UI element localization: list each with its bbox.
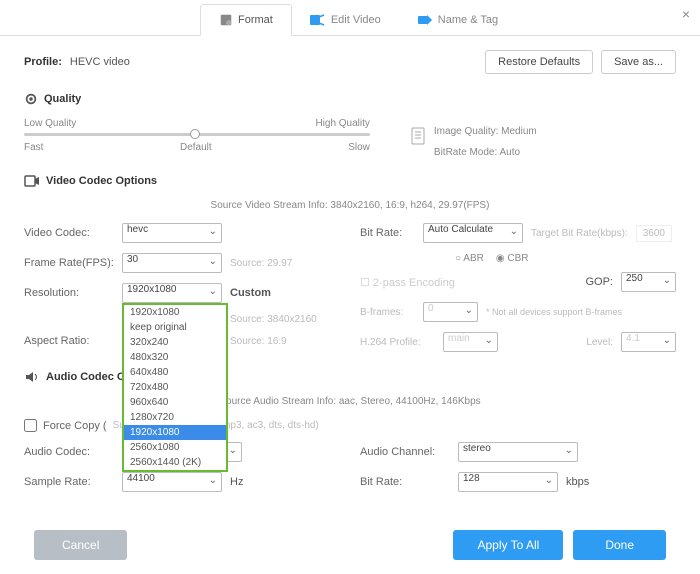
cbr-radio[interactable]: ◉ CBR xyxy=(496,253,529,264)
slow-label: Slow xyxy=(348,142,370,153)
audio-codec-label: Audio Codec: xyxy=(24,446,114,458)
dropdown-item[interactable]: 1280x720 xyxy=(124,410,226,425)
dropdown-item-selected[interactable]: 1920x1080 xyxy=(124,425,226,440)
target-bitrate-value: 3600 xyxy=(636,225,672,242)
tab-edit-video[interactable]: Edit Video xyxy=(292,4,399,35)
audio-channel-label: Audio Channel: xyxy=(360,446,450,458)
level-label: Level: xyxy=(586,337,613,348)
profile-row: Profile: HEVC video Restore Defaults Sav… xyxy=(24,50,676,74)
quality-slider[interactable] xyxy=(24,133,370,136)
dropdown-item[interactable]: 960x640 xyxy=(124,395,226,410)
dropdown-item[interactable]: 640x480 xyxy=(124,365,226,380)
abr-radio[interactable]: ○ ABR xyxy=(455,253,484,264)
sample-rate-select[interactable]: 44100 xyxy=(122,472,222,492)
footer: Cancel Apply To All Done xyxy=(0,516,700,574)
resolution-select[interactable]: 1920x1080 xyxy=(122,283,222,303)
dropdown-item[interactable]: 320x240 xyxy=(124,335,226,350)
custom-label[interactable]: Custom xyxy=(230,287,271,299)
bframes-label: B-frames: xyxy=(360,307,415,318)
resolution-source: Source: 3840x2160 xyxy=(230,314,317,325)
image-quality-info: Image Quality: Medium xyxy=(434,126,537,137)
video-icon xyxy=(24,174,40,188)
gop-label: GOP: xyxy=(585,276,613,288)
resolution-dropdown: 1920x1080 keep original 320x240 480x320 … xyxy=(122,303,228,472)
video-codec-label: Video Codec: xyxy=(24,227,114,239)
scissors-icon xyxy=(310,13,326,27)
high-quality-label: High Quality xyxy=(315,118,369,129)
bframes-note: * Not all devices support B-frames xyxy=(486,307,622,317)
default-label: Default xyxy=(180,142,212,153)
bitrate-mode-info: BitRate Mode: Auto xyxy=(434,147,537,158)
gear-icon xyxy=(24,92,38,106)
dropdown-item[interactable]: 1920x1080 xyxy=(124,305,226,320)
resolution-label: Resolution: xyxy=(24,287,114,299)
low-quality-label: Low Quality xyxy=(24,118,76,129)
profile-value: HEVC video xyxy=(70,56,130,68)
dropdown-item[interactable]: 480x320 xyxy=(124,350,226,365)
fast-label: Fast xyxy=(24,142,43,153)
speaker-icon xyxy=(24,370,40,384)
fps-select[interactable]: 30 xyxy=(122,253,222,273)
format-icon xyxy=(219,13,233,27)
dropdown-item[interactable]: keep original xyxy=(124,320,226,335)
target-bitrate-label: Target Bit Rate(kbps): xyxy=(531,228,628,239)
quality-section-title: Quality xyxy=(24,92,676,106)
bitrate-label: Bit Rate: xyxy=(360,227,415,239)
dropdown-item[interactable]: 2560x1440 (2K) xyxy=(124,455,226,470)
document-icon xyxy=(410,126,426,146)
cancel-button[interactable]: Cancel xyxy=(34,530,127,560)
tab-label: Edit Video xyxy=(331,14,381,26)
done-button[interactable]: Done xyxy=(573,530,666,560)
tabs: Format Edit Video Name & Tag xyxy=(0,0,700,36)
tab-label: Format xyxy=(238,14,273,26)
dropdown-item[interactable]: 720x480 xyxy=(124,380,226,395)
aspect-label: Aspect Ratio: xyxy=(24,335,114,347)
force-copy-label: Force Copy ( xyxy=(43,420,107,432)
tag-icon xyxy=(417,13,433,27)
apply-to-all-button[interactable]: Apply To All xyxy=(453,530,563,560)
fps-source: Source: 29.97 xyxy=(230,258,292,269)
save-as-button[interactable]: Save as... xyxy=(601,50,676,74)
video-codec-section-title: Video Codec Options xyxy=(24,174,676,188)
audio-bitrate-label: Bit Rate: xyxy=(360,476,450,488)
audio-bitrate-select[interactable]: 128 xyxy=(458,472,558,492)
tab-label: Name & Tag xyxy=(438,14,498,26)
aspect-source: Source: 16:9 xyxy=(230,336,287,347)
tab-format[interactable]: Format xyxy=(200,4,292,36)
video-codec-select[interactable]: hevc xyxy=(122,223,222,243)
two-pass-checkbox: ☐ 2-pass Encoding xyxy=(360,276,455,289)
profile-label: Profile: xyxy=(24,56,62,68)
force-copy-checkbox[interactable] xyxy=(24,419,37,432)
gop-input[interactable]: 250 xyxy=(621,272,676,292)
fps-label: Frame Rate(FPS): xyxy=(24,257,114,269)
restore-defaults-button[interactable]: Restore Defaults xyxy=(485,50,593,74)
sample-rate-label: Sample Rate: xyxy=(24,476,114,488)
dropdown-item[interactable]: 2560x1080 xyxy=(124,440,226,455)
h264-profile-label: H.264 Profile: xyxy=(360,337,435,348)
kbps-label: kbps xyxy=(566,476,589,488)
audio-channel-select[interactable]: stereo xyxy=(458,442,578,462)
hz-label: Hz xyxy=(230,476,243,488)
level-select: 4.1 xyxy=(621,332,676,352)
slider-thumb[interactable] xyxy=(190,129,200,139)
bitrate-select[interactable]: Auto Calculate xyxy=(423,223,523,243)
h264-profile-select: main xyxy=(443,332,498,352)
close-icon[interactable]: × xyxy=(682,6,690,22)
tab-name-tag[interactable]: Name & Tag xyxy=(399,4,516,35)
video-stream-info: Source Video Stream Info: 3840x2160, 16:… xyxy=(24,200,676,211)
bframes-select: 0 xyxy=(423,302,478,322)
